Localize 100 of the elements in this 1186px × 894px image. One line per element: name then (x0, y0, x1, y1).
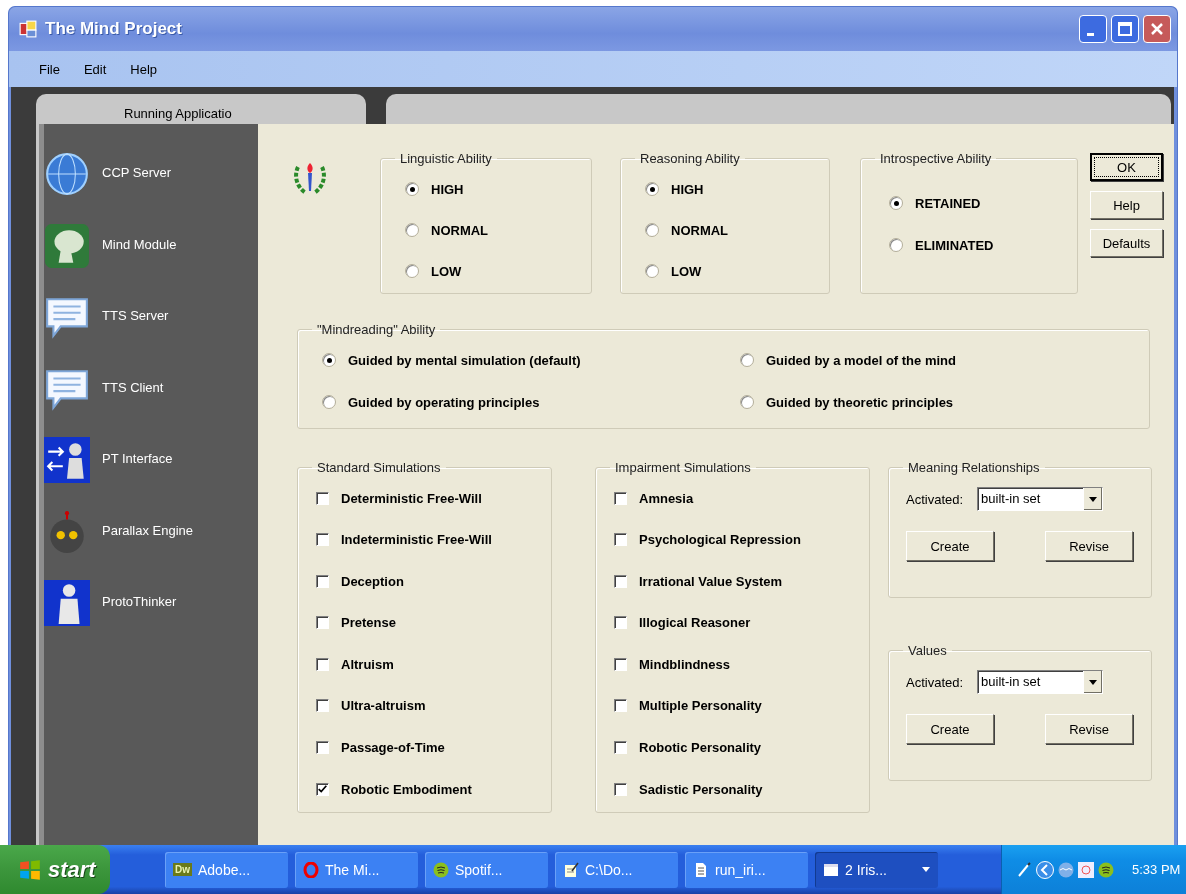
clock: 5:33 PM (1132, 862, 1181, 877)
checkbox[interactable] (316, 699, 329, 713)
taskbar-button[interactable]: Dw Adobe... (165, 851, 288, 888)
app-name: TTS Client (102, 379, 164, 395)
window-title: The Mind Project (45, 19, 182, 39)
option-label: Indeterministic Free-Will (341, 532, 492, 548)
app-name: TTS Server (102, 308, 169, 323)
app-name: Parallax Engine (102, 522, 194, 538)
radio-button[interactable] (322, 395, 336, 409)
globe-icon[interactable] (44, 151, 90, 197)
minimize-button[interactable] (1079, 15, 1107, 43)
app-name: ProtoThinker (102, 594, 177, 609)
group-title: Standard Simulations (316, 460, 442, 475)
checkbox[interactable] (316, 533, 329, 547)
checkbox[interactable] (614, 533, 627, 547)
menu-item[interactable]: Edit (77, 59, 113, 79)
option-label: Psychological Repression (639, 532, 801, 548)
checkbox[interactable] (316, 741, 329, 755)
menu-item[interactable]: Help (124, 59, 164, 79)
dialog-button[interactable]: Create (906, 531, 994, 561)
menu-item[interactable]: File (33, 59, 66, 79)
option-label: Pretense (341, 615, 396, 631)
taskbar-button[interactable]: Spotif... (425, 851, 548, 888)
document-icon (693, 861, 709, 878)
radio-button[interactable] (405, 223, 419, 237)
option-label: NORMAL (671, 222, 729, 238)
arrows-figure-icon[interactable] (44, 437, 90, 483)
checkbox[interactable] (614, 741, 627, 755)
radio-button[interactable] (740, 353, 754, 367)
option-label: Passage-of-Time (341, 740, 445, 756)
radio-button[interactable] (645, 223, 659, 237)
dropdown-arrow-icon (1089, 679, 1098, 685)
panel-tab[interactable]: Running Applicatio (124, 106, 232, 124)
option-label: LOW (671, 263, 702, 279)
checkbox[interactable] (614, 657, 627, 671)
start-button[interactable]: start (0, 845, 110, 894)
dialog-button[interactable]: Revise (1045, 714, 1133, 744)
option-label: Illogical Reasoner (639, 615, 751, 631)
maximize-icon (1115, 19, 1135, 39)
group-title: "Mindreading" Ability (316, 322, 437, 337)
checkbox[interactable] (614, 782, 627, 796)
dialog-button[interactable]: OK (1090, 153, 1163, 181)
option-label: Deterministic Free-Will (341, 490, 482, 506)
checkbox[interactable] (316, 782, 329, 796)
checkbox[interactable] (316, 657, 329, 671)
checkbox[interactable] (614, 491, 627, 505)
sound-waves-icon[interactable] (1098, 861, 1114, 878)
dialog-button[interactable]: Defaults (1090, 229, 1163, 257)
app-name: Mind Module (102, 236, 177, 252)
dropdown-arrow-icon (1089, 496, 1098, 502)
checkbox[interactable] (614, 616, 627, 630)
dialog-button[interactable]: Help (1090, 191, 1163, 219)
maximize-button[interactable] (1111, 15, 1139, 43)
group-title: Reasoning Ability (639, 151, 741, 166)
checkbox[interactable] (316, 491, 329, 505)
option-label: Guided by operating principles (348, 394, 540, 410)
dialog-button[interactable]: Revise (1045, 531, 1133, 561)
checkbox[interactable] (614, 699, 627, 713)
group-title: Meaning Relationships (907, 460, 1041, 475)
notepad-icon (563, 861, 579, 878)
caret-icon (922, 867, 930, 872)
app-name: CCP Server (102, 165, 172, 180)
radio-button[interactable] (645, 264, 659, 278)
pen-icon[interactable] (1016, 861, 1032, 878)
radio-button[interactable] (740, 395, 754, 409)
option-label: Ultra-altruism (341, 698, 426, 714)
option-label: Altruism (341, 656, 394, 672)
option-label: RETAINED (915, 195, 981, 211)
option-label: LOW (431, 263, 462, 279)
radio-button[interactable] (322, 353, 336, 367)
taskbar-button[interactable]: 2 Iris... (815, 851, 938, 888)
option-label: Amnesia (639, 490, 694, 506)
group-title: Impairment Simulations (614, 460, 752, 475)
dialog-button[interactable]: Create (906, 714, 994, 744)
checkbox[interactable] (316, 616, 329, 630)
taskbar-button[interactable]: run_iri... (685, 851, 808, 888)
close-button[interactable] (1143, 15, 1171, 43)
group-title: Values (907, 643, 948, 658)
dropdown-field[interactable]: built-in set (977, 487, 1104, 511)
checkbox[interactable] (316, 574, 329, 588)
option-label: Sadistic Personality (639, 781, 763, 797)
radio-button[interactable] (645, 182, 659, 196)
taskbar-button[interactable]: The Mi... (295, 851, 418, 888)
radio-button[interactable] (405, 182, 419, 196)
option-label: Mindblindness (639, 656, 730, 672)
option-label: Guided by mental simulation (default) (348, 352, 581, 368)
dropdown-field[interactable]: built-in set (977, 670, 1104, 694)
option-label: NORMAL (431, 222, 489, 238)
window-icon (823, 861, 839, 878)
minimize-icon (1086, 32, 1094, 36)
radio-button[interactable] (889, 196, 903, 210)
thinker-figure-icon[interactable] (44, 580, 90, 626)
app-badge: Dw (173, 863, 192, 876)
option-label: HIGH (431, 181, 464, 197)
checkbox[interactable] (614, 574, 627, 588)
radio-button[interactable] (405, 264, 419, 278)
radio-button[interactable] (889, 238, 903, 252)
taskbar-button[interactable]: C:\Do... (555, 851, 678, 888)
app-name: PT Interface (102, 451, 173, 466)
ring-icon (303, 861, 319, 878)
